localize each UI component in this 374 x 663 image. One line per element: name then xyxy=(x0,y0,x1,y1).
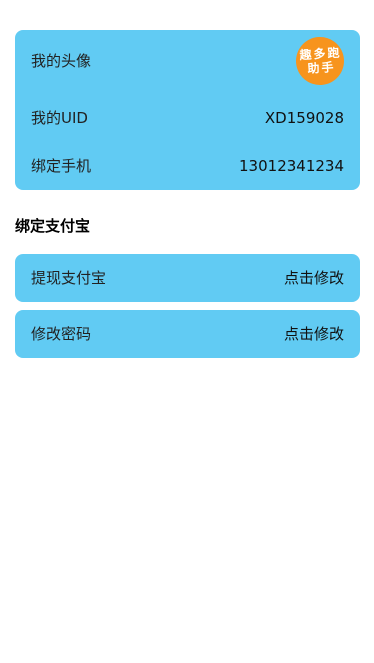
withdraw-alipay-button[interactable]: 提现支付宝 点击修改 xyxy=(15,254,360,302)
withdraw-alipay-label: 提现支付宝 xyxy=(31,269,107,287)
avatar-row[interactable]: 我的头像 趣多跑 助手 xyxy=(31,35,346,87)
avatar-label: 我的头像 xyxy=(31,52,92,70)
uid-row: 我的UID XD159028 xyxy=(31,108,344,128)
avatar[interactable]: 趣多跑 助手 xyxy=(294,35,346,87)
uid-label: 我的UID xyxy=(31,109,88,127)
withdraw-alipay-row: 提现支付宝 点击修改 xyxy=(31,268,344,288)
section-title: 绑定支付宝 xyxy=(15,217,91,235)
account-page: 我的头像 趣多跑 助手 我的UID XD159028 绑定手机 13012341… xyxy=(0,0,374,663)
withdraw-alipay-action[interactable]: 点击修改 xyxy=(284,268,344,288)
phone-label: 绑定手机 xyxy=(31,157,92,175)
avatar-text-line2: 助手 xyxy=(307,59,336,76)
change-password-row: 修改密码 点击修改 xyxy=(31,324,344,344)
change-password-action[interactable]: 点击修改 xyxy=(284,324,344,344)
profile-card: 我的头像 趣多跑 助手 我的UID XD159028 绑定手机 13012341… xyxy=(15,30,360,190)
change-password-label: 修改密码 xyxy=(31,325,92,343)
phone-value: 13012341234 xyxy=(239,157,344,175)
avatar-text-line1: 趣多跑 xyxy=(299,45,342,63)
phone-row[interactable]: 绑定手机 13012341234 xyxy=(31,156,344,176)
uid-value: XD159028 xyxy=(264,109,344,127)
change-password-button[interactable]: 修改密码 点击修改 xyxy=(15,310,360,358)
